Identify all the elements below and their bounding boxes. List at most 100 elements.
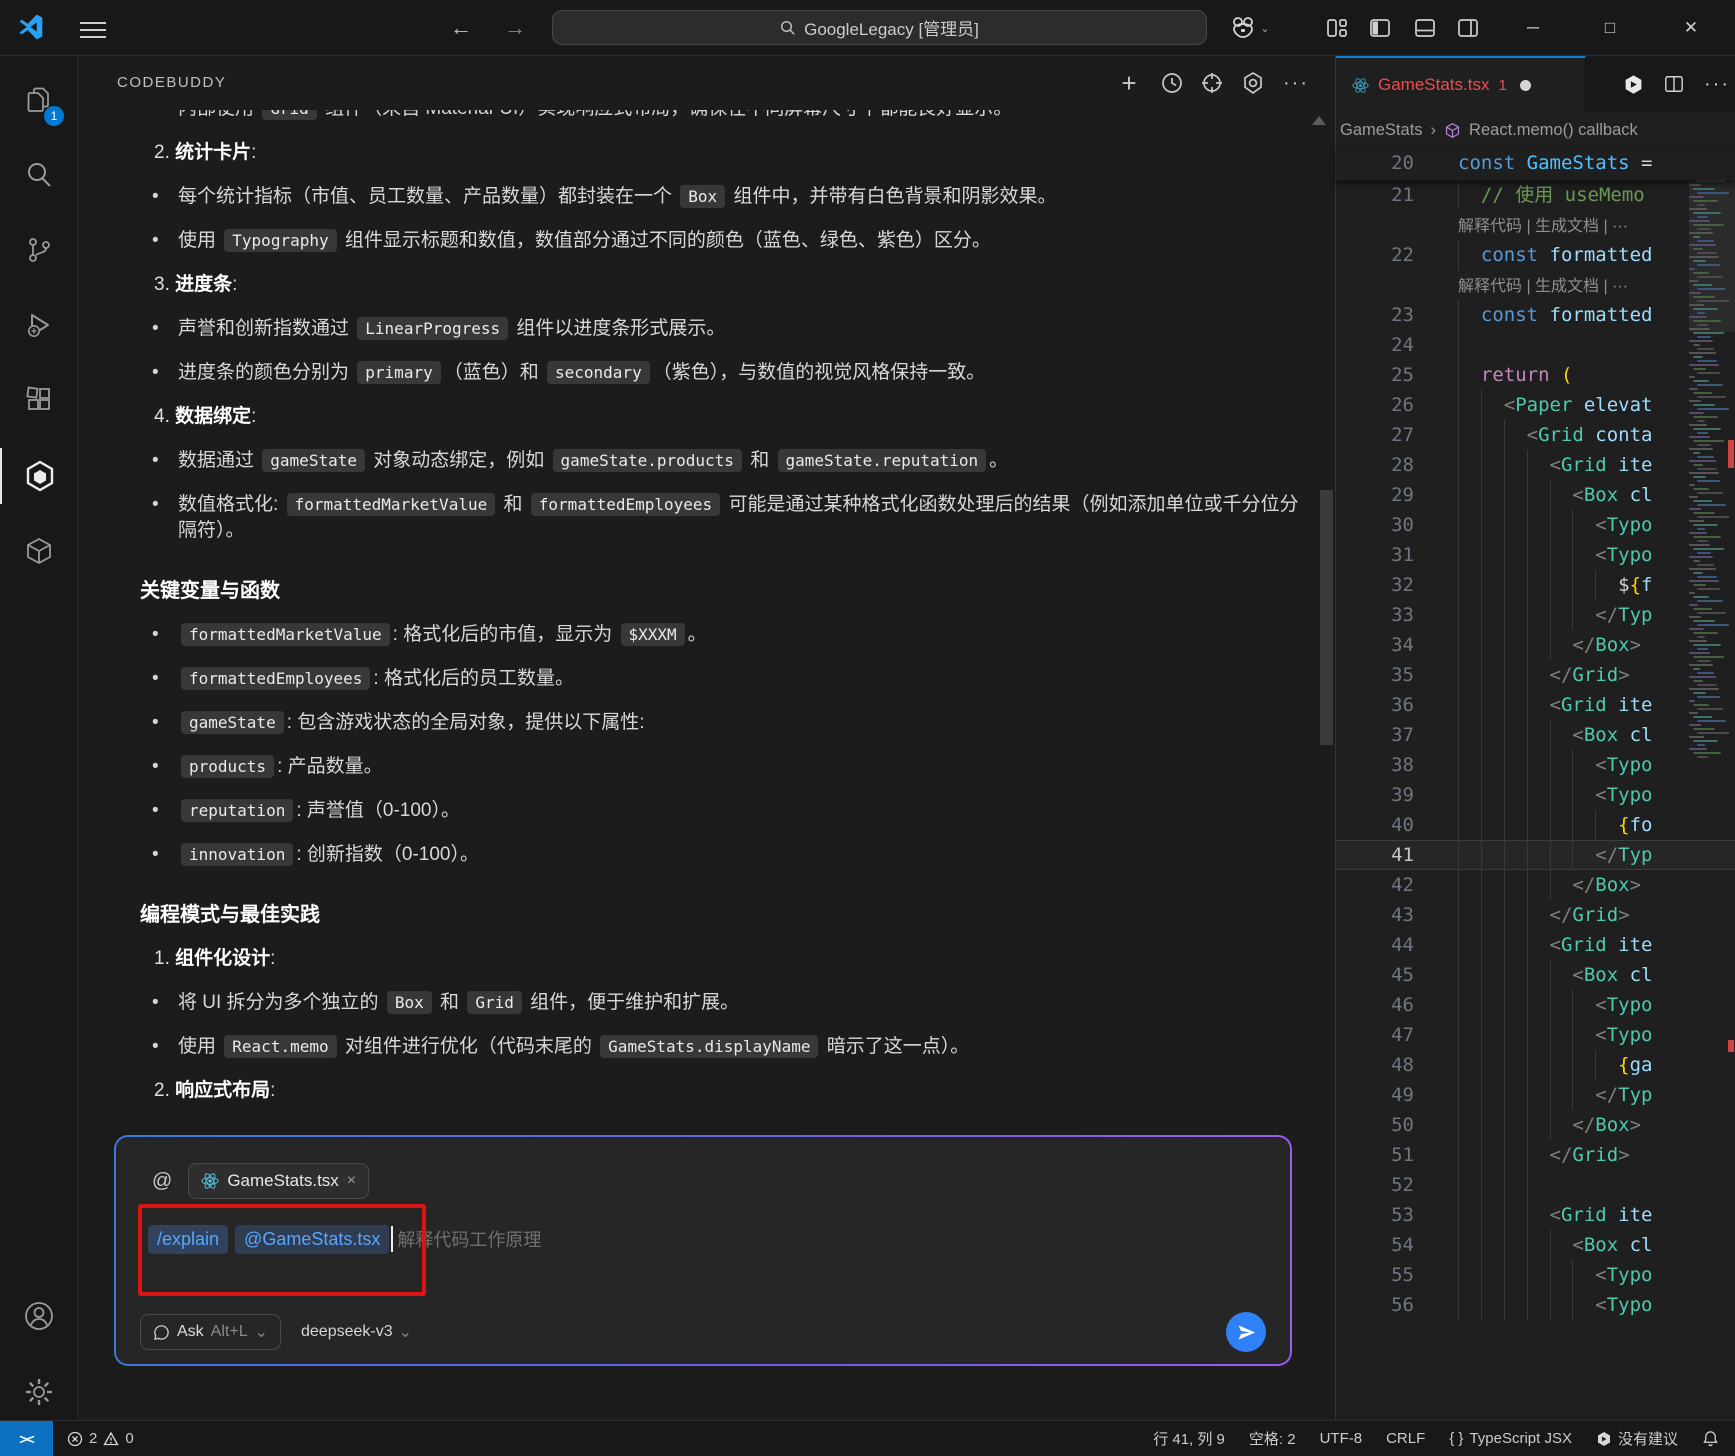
remote-indicator[interactable]: >< [0, 1421, 53, 1456]
code-line[interactable]: 49</Typ [1336, 1080, 1735, 1110]
editor-more-button[interactable]: ··· [1704, 73, 1730, 96]
code-line[interactable]: 50</Box> [1336, 1110, 1735, 1140]
indentation[interactable]: 空格: 2 [1249, 1428, 1296, 1449]
code-line[interactable]: 22const formatted [1336, 240, 1735, 270]
forward-button[interactable]: → [500, 14, 530, 42]
code-line[interactable]: 41</Typ [1336, 840, 1735, 870]
mode-selector[interactable]: Ask Alt+L ⌄ [140, 1314, 281, 1350]
breadcrumb[interactable]: GameStats › React.memo() callback [1338, 112, 1735, 148]
code-line[interactable]: 29<Box cl [1336, 480, 1735, 510]
code-line[interactable]: 30<Typo [1336, 510, 1735, 540]
account-button[interactable] [0, 1288, 78, 1344]
bell-icon[interactable] [1702, 1430, 1719, 1447]
back-button[interactable]: ← [446, 14, 476, 42]
code-line[interactable]: 43</Grid> [1336, 900, 1735, 930]
split-editor-icon[interactable] [1664, 74, 1684, 94]
encoding[interactable]: UTF-8 [1320, 1430, 1363, 1447]
history-button[interactable] [1157, 68, 1187, 98]
sidebar-item-extensions[interactable] [0, 373, 78, 429]
code-line[interactable]: 54<Box cl [1336, 1230, 1735, 1260]
assistant-menu-button[interactable]: ⌄ [1226, 13, 1274, 43]
code-line[interactable]: 51</Grid> [1336, 1140, 1735, 1170]
minimize-button[interactable]: ─ [1510, 0, 1556, 55]
sidebar-item-codebuddy[interactable] [0, 448, 78, 504]
breadcrumb-symbol[interactable]: React.memo() callback [1469, 121, 1638, 140]
unsaved-dot-icon[interactable] [1520, 80, 1531, 91]
code-line[interactable]: 23const formatted [1336, 300, 1735, 330]
codelens-row[interactable]: 解释代码 | 生成文档 | ··· [1336, 210, 1735, 240]
code-line[interactable]: 53<Grid ite [1336, 1200, 1735, 1230]
code-line[interactable]: 47<Typo [1336, 1020, 1735, 1050]
close-button[interactable]: ✕ [1668, 0, 1714, 55]
code-line[interactable]: 35</Grid> [1336, 660, 1735, 690]
code-line[interactable]: 44<Grid ite [1336, 930, 1735, 960]
eol-sequence[interactable]: CRLF [1386, 1430, 1425, 1447]
indent-guide [1458, 1020, 1481, 1050]
breadcrumb-root[interactable]: GameStats [1340, 121, 1423, 140]
indent-guide [1458, 810, 1481, 840]
chat-input[interactable]: /explain @GameStats.tsx 解释代码工作原理 [148, 1221, 1266, 1257]
code-line[interactable]: 39<Typo [1336, 780, 1735, 810]
maximize-button[interactable]: □ [1587, 0, 1633, 55]
code-line[interactable]: 55<Typo [1336, 1260, 1735, 1290]
code-line[interactable]: 24 [1336, 330, 1735, 360]
code-line[interactable]: 45<Box cl [1336, 960, 1735, 990]
model-selector[interactable]: deepseek-v3 ⌄ [301, 1322, 412, 1342]
sidebar-item-chat-files[interactable]: 1 [0, 72, 78, 128]
code-line[interactable]: 36<Grid ite [1336, 690, 1735, 720]
panel-scrollbar[interactable] [1320, 490, 1333, 745]
cursor-position[interactable]: 行 41, 列 9 [1153, 1428, 1225, 1449]
sidebar-item-run-debug[interactable] [0, 297, 78, 353]
toggle-panel-button[interactable] [1414, 17, 1436, 39]
sticky-scroll-line[interactable]: 20const GameStats = [1336, 148, 1735, 180]
at-mention-button[interactable]: @ [152, 1170, 172, 1193]
context-file-chip[interactable]: GameStats.tsx × [188, 1163, 369, 1199]
code-line[interactable]: 25return ( [1336, 360, 1735, 390]
minimap[interactable] [1689, 160, 1727, 760]
code-line[interactable]: 46<Typo [1336, 990, 1735, 1020]
command-center-search[interactable]: GoogleLegacy [管理员] [552, 10, 1207, 45]
toggle-secondary-sidebar-button[interactable] [1457, 17, 1479, 39]
code-line[interactable]: 40{fo [1336, 810, 1735, 840]
slash-command-token[interactable]: /explain [148, 1225, 228, 1254]
panel-more-button[interactable]: ··· [1281, 68, 1311, 98]
code-line[interactable]: 48{ga [1336, 1050, 1735, 1080]
sidebar-item-source-control[interactable] [0, 222, 78, 278]
code-line[interactable]: 52 [1336, 1170, 1735, 1200]
code-line[interactable]: 56<Typo [1336, 1290, 1735, 1320]
minimap-mark [1697, 240, 1714, 242]
remove-context-icon[interactable]: × [347, 1172, 356, 1190]
codelens-row[interactable]: 解释代码 | 生成文档 | ··· [1336, 270, 1735, 300]
code-line[interactable]: 38<Typo [1336, 750, 1735, 780]
code-line[interactable]: 27<Grid conta [1336, 420, 1735, 450]
codebuddy-suggestion-status[interactable]: 没有建议 [1596, 1428, 1678, 1449]
code-line[interactable]: 34</Box> [1336, 630, 1735, 660]
code-area[interactable]: 21// 使用 useMemo解释代码 | 生成文档 | ···22const … [1336, 180, 1735, 1420]
target-button[interactable] [1197, 68, 1227, 98]
menu-icon[interactable] [80, 17, 106, 39]
code-line[interactable]: 33</Typ [1336, 600, 1735, 630]
new-chat-button[interactable]: + [1114, 68, 1144, 98]
tab-gamestats[interactable]: GameStats.tsx 1 [1336, 56, 1586, 112]
problems-status[interactable]: 2 0 [67, 1430, 134, 1447]
code-line[interactable]: 37<Box cl [1336, 720, 1735, 750]
settings-button[interactable] [0, 1364, 78, 1420]
sidebar-item-search[interactable] [0, 147, 78, 203]
toggle-primary-sidebar-button[interactable] [1369, 17, 1391, 39]
minimap-mark [1697, 216, 1708, 218]
code-line[interactable]: 42</Box> [1336, 870, 1735, 900]
code-line[interactable]: 28<Grid ite [1336, 450, 1735, 480]
code-line[interactable]: 26<Paper elevat [1336, 390, 1735, 420]
language-mode[interactable]: { } TypeScript JSX [1449, 1430, 1572, 1447]
send-button[interactable] [1226, 1312, 1266, 1352]
code-line[interactable]: 32${f [1336, 570, 1735, 600]
panel-settings-button[interactable] [1238, 68, 1268, 98]
customize-layout-button[interactable] [1326, 17, 1348, 39]
code-line[interactable]: 21// 使用 useMemo [1336, 180, 1735, 210]
code-line[interactable]: 20const GameStats = [1336, 148, 1653, 178]
codebuddy-icon[interactable] [1623, 74, 1644, 95]
sidebar-item-product[interactable] [0, 523, 78, 579]
indent-guide [1458, 870, 1481, 900]
code-line[interactable]: 31<Typo [1336, 540, 1735, 570]
mention-token[interactable]: @GameStats.tsx [235, 1225, 389, 1254]
